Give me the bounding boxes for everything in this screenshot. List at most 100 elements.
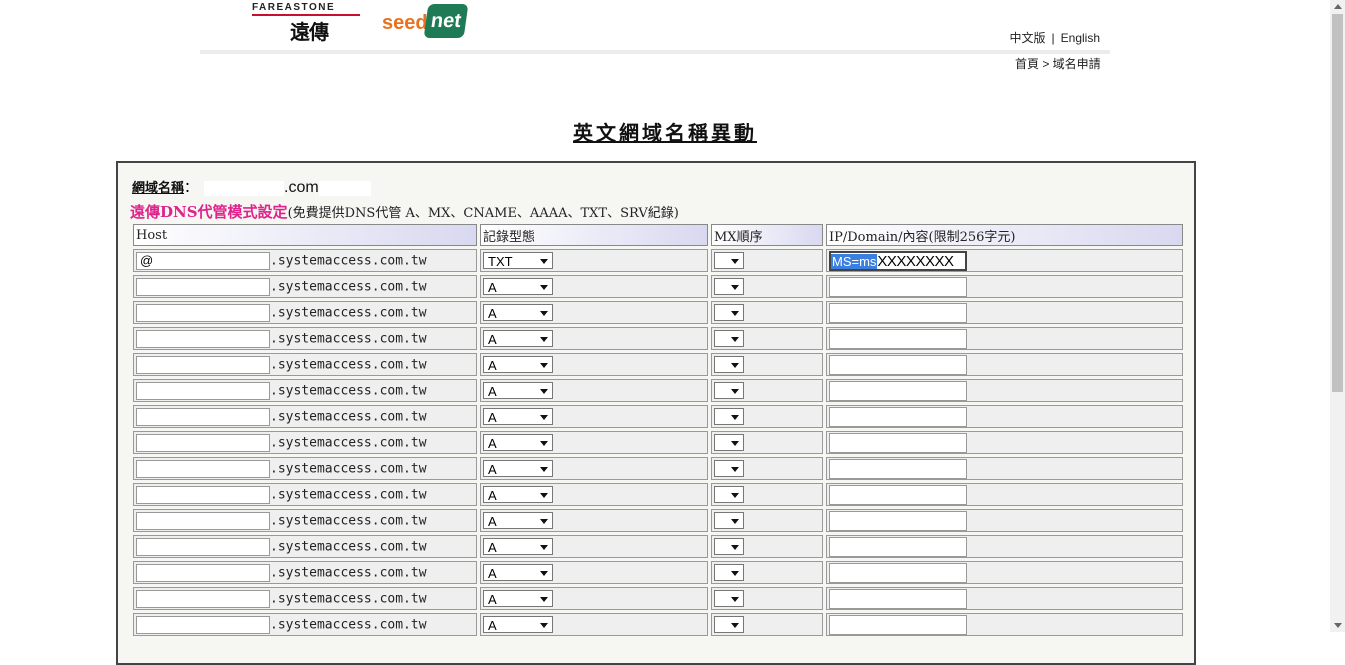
domain-name-row: 網域名稱： .com [132,177,371,197]
value-cell [826,301,1183,324]
value-cell [826,587,1183,610]
table-row: .systemaccess.com.tw A [133,509,1183,532]
host-input[interactable] [136,485,270,504]
fareastone-logo-text: FAREASTONE [252,2,336,13]
host-input[interactable] [136,303,270,322]
value-cell [826,405,1183,428]
record-type-select[interactable]: A [483,486,553,504]
chevron-down-icon [540,545,548,551]
host-input[interactable] [136,615,270,634]
value-cell [826,431,1183,454]
mx-order-select[interactable] [714,564,744,582]
record-type-select[interactable]: A [483,330,553,348]
mx-order-select[interactable] [714,382,744,400]
record-value-input[interactable] [829,510,967,531]
record-type-select[interactable]: A [483,590,553,608]
mx-order-select[interactable] [714,590,744,608]
host-input[interactable] [136,329,270,348]
record-type-select[interactable]: A [483,564,553,582]
mx-order-select[interactable] [714,486,744,504]
mx-order-select[interactable] [714,538,744,556]
record-type-cell: A [480,483,708,506]
host-input[interactable] [136,537,270,556]
scroll-up-icon[interactable] [1334,4,1342,9]
mx-order-select[interactable] [714,304,744,322]
host-input[interactable] [136,251,270,270]
host-input[interactable] [136,589,270,608]
lang-chinese-link[interactable]: 中文版 [1010,31,1046,45]
record-value-input[interactable] [829,406,967,427]
record-value-input[interactable] [829,328,967,349]
mx-order-cell [711,561,823,584]
breadcrumb[interactable]: 首頁 > 域名申請 [1015,55,1101,72]
mx-order-select[interactable] [714,616,744,634]
lang-english-link[interactable]: English [1061,31,1100,45]
host-input[interactable] [136,459,270,478]
record-type-cell: A [480,353,708,376]
chevron-down-icon [731,597,739,603]
mx-order-cell [711,431,823,454]
record-value-input[interactable] [829,276,967,297]
record-type-select[interactable]: A [483,512,553,530]
host-cell: .systemaccess.com.tw [133,249,477,272]
table-row: .systemaccess.com.tw A [133,587,1183,610]
record-type-select[interactable]: A [483,382,553,400]
record-type-value: A [488,462,497,478]
record-type-select[interactable]: A [483,616,553,634]
mx-order-select[interactable] [714,278,744,296]
mx-order-select[interactable] [714,434,744,452]
host-suffix: .systemaccess.com.tw [270,460,427,476]
record-value-input[interactable] [829,302,967,323]
mx-order-select[interactable] [714,512,744,530]
chevron-down-icon [731,623,739,629]
mx-order-cell [711,301,823,324]
scroll-down-icon[interactable] [1334,623,1342,628]
host-input[interactable] [136,277,270,296]
page-title: 英文網域名稱異動 [573,121,757,145]
fareastone-logo[interactable]: FAREASTONE 遠傳 [252,2,362,44]
host-suffix: .systemaccess.com.tw [270,278,427,294]
host-input[interactable] [136,563,270,582]
record-value-input[interactable] [829,458,967,479]
record-type-select[interactable]: A [483,434,553,452]
host-input[interactable] [136,433,270,452]
mx-order-select[interactable] [714,408,744,426]
record-value-input[interactable] [829,588,967,609]
mx-order-select[interactable] [714,356,744,374]
table-header-row: Host 記錄型態 MX順序 IP/Domain/內容(限制256字元) [133,224,1183,246]
record-type-select[interactable]: A [483,538,553,556]
page-scrollbar[interactable] [1330,0,1345,632]
record-value-input[interactable] [829,562,967,583]
dns-settings-panel: 網域名稱： .com 遠傳DNS代管模式設定(免費提供DNS代管 A、MX、CNA… [116,161,1196,665]
value-cell [826,379,1183,402]
record-value-input[interactable] [829,380,967,401]
record-value-input[interactable] [829,536,967,557]
record-type-select[interactable]: TXT [483,252,553,270]
mx-order-cell [711,613,823,636]
record-type-select[interactable]: A [483,460,553,478]
record-type-select[interactable]: A [483,408,553,426]
mx-order-select[interactable] [714,330,744,348]
column-header-value: IP/Domain/內容(限制256字元) [826,224,1183,246]
host-input[interactable] [136,407,270,426]
mx-order-cell [711,327,823,350]
scrollbar-thumb[interactable] [1332,14,1343,392]
record-type-select[interactable]: A [483,278,553,296]
mx-order-select[interactable] [714,252,744,270]
record-value-input[interactable] [829,354,967,375]
chevron-down-icon [540,389,548,395]
record-value-input[interactable]: MS=msXXXXXXXX [829,250,967,271]
host-input[interactable] [136,355,270,374]
host-cell: .systemaccess.com.tw [133,613,477,636]
host-input[interactable] [136,511,270,530]
mx-order-select[interactable] [714,460,744,478]
record-type-select[interactable]: A [483,304,553,322]
table-row: .systemaccess.com.tw A [133,275,1183,298]
table-row: .systemaccess.com.tw A [133,431,1183,454]
record-value-input[interactable] [829,484,967,505]
host-input[interactable] [136,381,270,400]
record-type-select[interactable]: A [483,356,553,374]
record-value-input[interactable] [829,432,967,453]
record-type-cell: A [480,561,708,584]
host-cell: .systemaccess.com.tw [133,379,477,402]
